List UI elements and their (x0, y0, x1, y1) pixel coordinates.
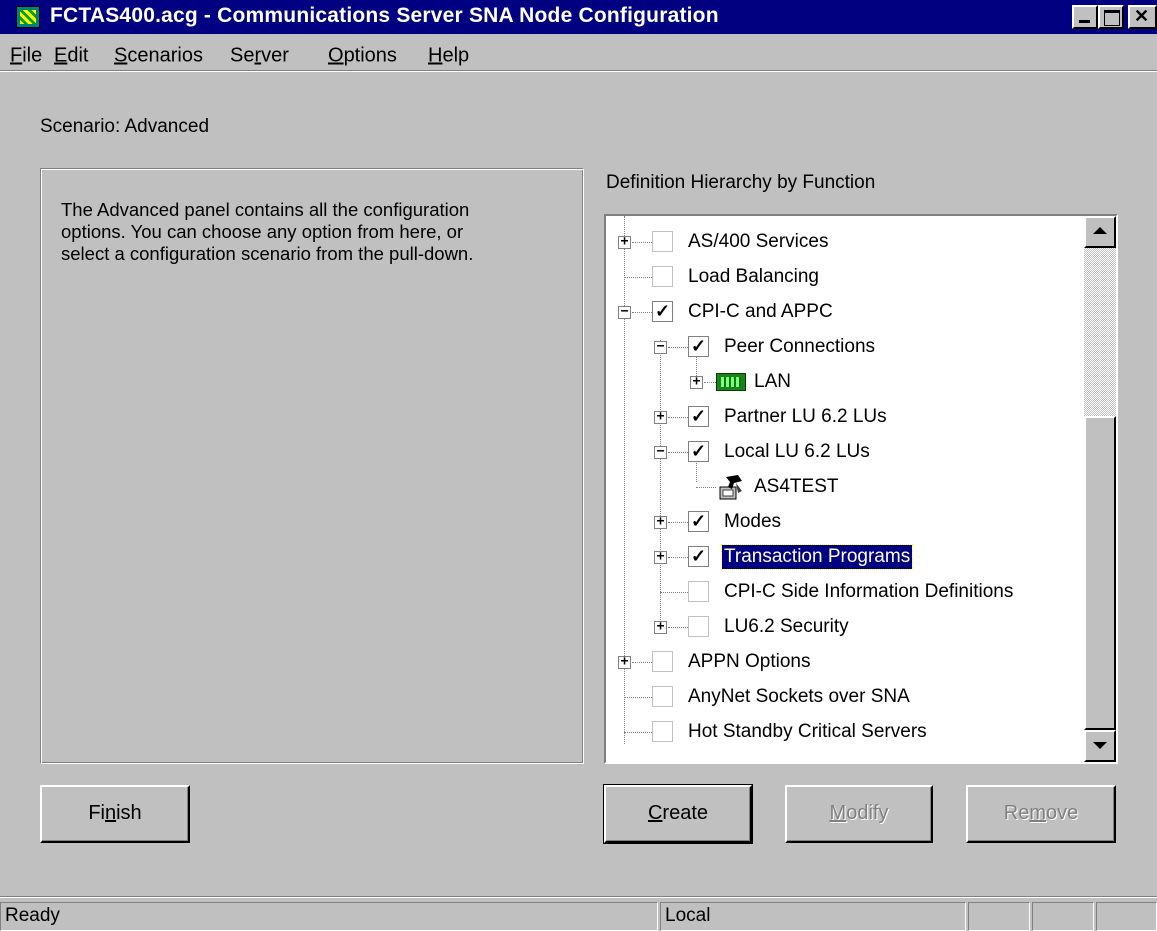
maximize-button[interactable] (1098, 5, 1124, 29)
tree-item-as4test[interactable]: AS4TEST (606, 469, 1076, 505)
expand-icon[interactable]: + (654, 410, 667, 424)
lan-adapter-icon (716, 373, 746, 391)
description-panel: The Advanced panel contains all the conf… (40, 168, 584, 764)
remove-button[interactable]: Remove (966, 785, 1116, 843)
description-text: The Advanced panel contains all the conf… (61, 199, 474, 264)
scroll-up-arrow-icon[interactable] (1084, 216, 1116, 248)
menu-scenarios[interactable]: Scenarios (114, 45, 203, 68)
checkbox-icon[interactable] (652, 686, 673, 707)
expand-icon[interactable]: + (654, 550, 667, 564)
status-location: Local (660, 902, 966, 931)
menu-separator (0, 70, 1157, 72)
collapse-icon[interactable]: − (618, 305, 631, 319)
tree-item-as400-services[interactable]: + AS/400 Services (606, 224, 1076, 260)
menu-options[interactable]: Options (328, 45, 397, 68)
create-button[interactable]: Create (603, 784, 753, 844)
tree-item-transaction-programs[interactable]: + ✓ Transaction Programs (606, 539, 1076, 575)
tree-item-hot-standby[interactable]: Hot Standby Critical Servers (606, 714, 1076, 750)
tree-scrollbar[interactable] (1084, 216, 1116, 762)
minimize-button[interactable] (1072, 5, 1098, 29)
status-separator (0, 896, 1157, 898)
menu-edit[interactable]: Edit (54, 45, 88, 68)
expand-icon[interactable]: + (618, 655, 631, 669)
status-pane (1096, 902, 1157, 931)
tree-item-local-lu[interactable]: − ✓ Local LU 6.2 LUs (606, 434, 1076, 470)
checkbox-icon[interactable]: ✓ (652, 301, 673, 322)
checkbox-icon[interactable] (688, 581, 709, 602)
scroll-thumb[interactable] (1084, 416, 1116, 730)
tree-item-cpic-side-info[interactable]: CPI-C Side Information Definitions (606, 574, 1076, 610)
checkbox-icon[interactable]: ✓ (688, 546, 709, 567)
title-bar[interactable]: FCTAS400.acg - Communications Server SNA… (0, 0, 1157, 34)
tree-item-peer-connections[interactable]: − ✓ Peer Connections (606, 329, 1076, 365)
menu-bar: File Edit Scenarios Server Options Help (0, 36, 1157, 70)
collapse-icon[interactable]: − (654, 340, 667, 354)
tree-item-lu62-security[interactable]: + LU6.2 Security (606, 609, 1076, 645)
expand-icon[interactable]: + (690, 375, 703, 389)
tree-content: + AS/400 Services Load Balancing − ✓ CPI… (606, 216, 1082, 762)
tree-item-lan[interactable]: + LAN (606, 364, 1076, 400)
tree-item-cpic-appc[interactable]: − ✓ CPI-C and APPC (606, 294, 1076, 330)
expand-icon[interactable]: + (618, 235, 631, 249)
menu-file[interactable]: File (10, 45, 42, 68)
window-title: FCTAS400.acg - Communications Server SNA… (50, 4, 719, 27)
app-window: FCTAS400.acg - Communications Server SNA… (0, 0, 1157, 931)
status-pane (1032, 902, 1094, 931)
tree-item-partner-lu[interactable]: + ✓ Partner LU 6.2 LUs (606, 399, 1076, 435)
checkbox-icon[interactable] (652, 231, 673, 252)
tree-item-appn-options[interactable]: + APPN Options (606, 644, 1076, 680)
checkbox-icon[interactable] (688, 616, 709, 637)
tree-item-load-balancing[interactable]: Load Balancing (606, 259, 1076, 295)
menu-server[interactable]: Server (230, 45, 289, 68)
checkbox-icon[interactable]: ✓ (688, 406, 709, 427)
tree-item-modes[interactable]: + ✓ Modes (606, 504, 1076, 540)
close-button[interactable] (1128, 5, 1157, 29)
definition-tree[interactable]: + AS/400 Services Load Balancing − ✓ CPI… (604, 214, 1118, 764)
collapse-icon[interactable]: − (654, 445, 667, 459)
local-lu-icon (719, 475, 742, 500)
checkbox-icon[interactable] (652, 651, 673, 672)
checkbox-icon[interactable]: ✓ (688, 336, 709, 357)
scenario-label: Scenario: Advanced (40, 116, 210, 137)
expand-icon[interactable]: + (654, 620, 667, 634)
scroll-down-arrow-icon[interactable] (1084, 730, 1116, 762)
status-message: Ready (0, 902, 658, 931)
finish-button[interactable]: Finish (40, 785, 190, 843)
checkbox-icon[interactable]: ✓ (688, 441, 709, 462)
menu-help[interactable]: Help (428, 45, 469, 68)
checkbox-icon[interactable]: ✓ (688, 511, 709, 532)
checkbox-icon[interactable] (652, 266, 673, 287)
status-pane (968, 902, 1030, 931)
app-icon[interactable] (16, 6, 40, 28)
checkbox-icon[interactable] (652, 721, 673, 742)
modify-button[interactable]: Modify (785, 785, 933, 843)
tree-item-anynet-sockets[interactable]: AnyNet Sockets over SNA (606, 679, 1076, 715)
tree-caption: Definition Hierarchy by Function (606, 172, 876, 193)
expand-icon[interactable]: + (654, 515, 667, 529)
